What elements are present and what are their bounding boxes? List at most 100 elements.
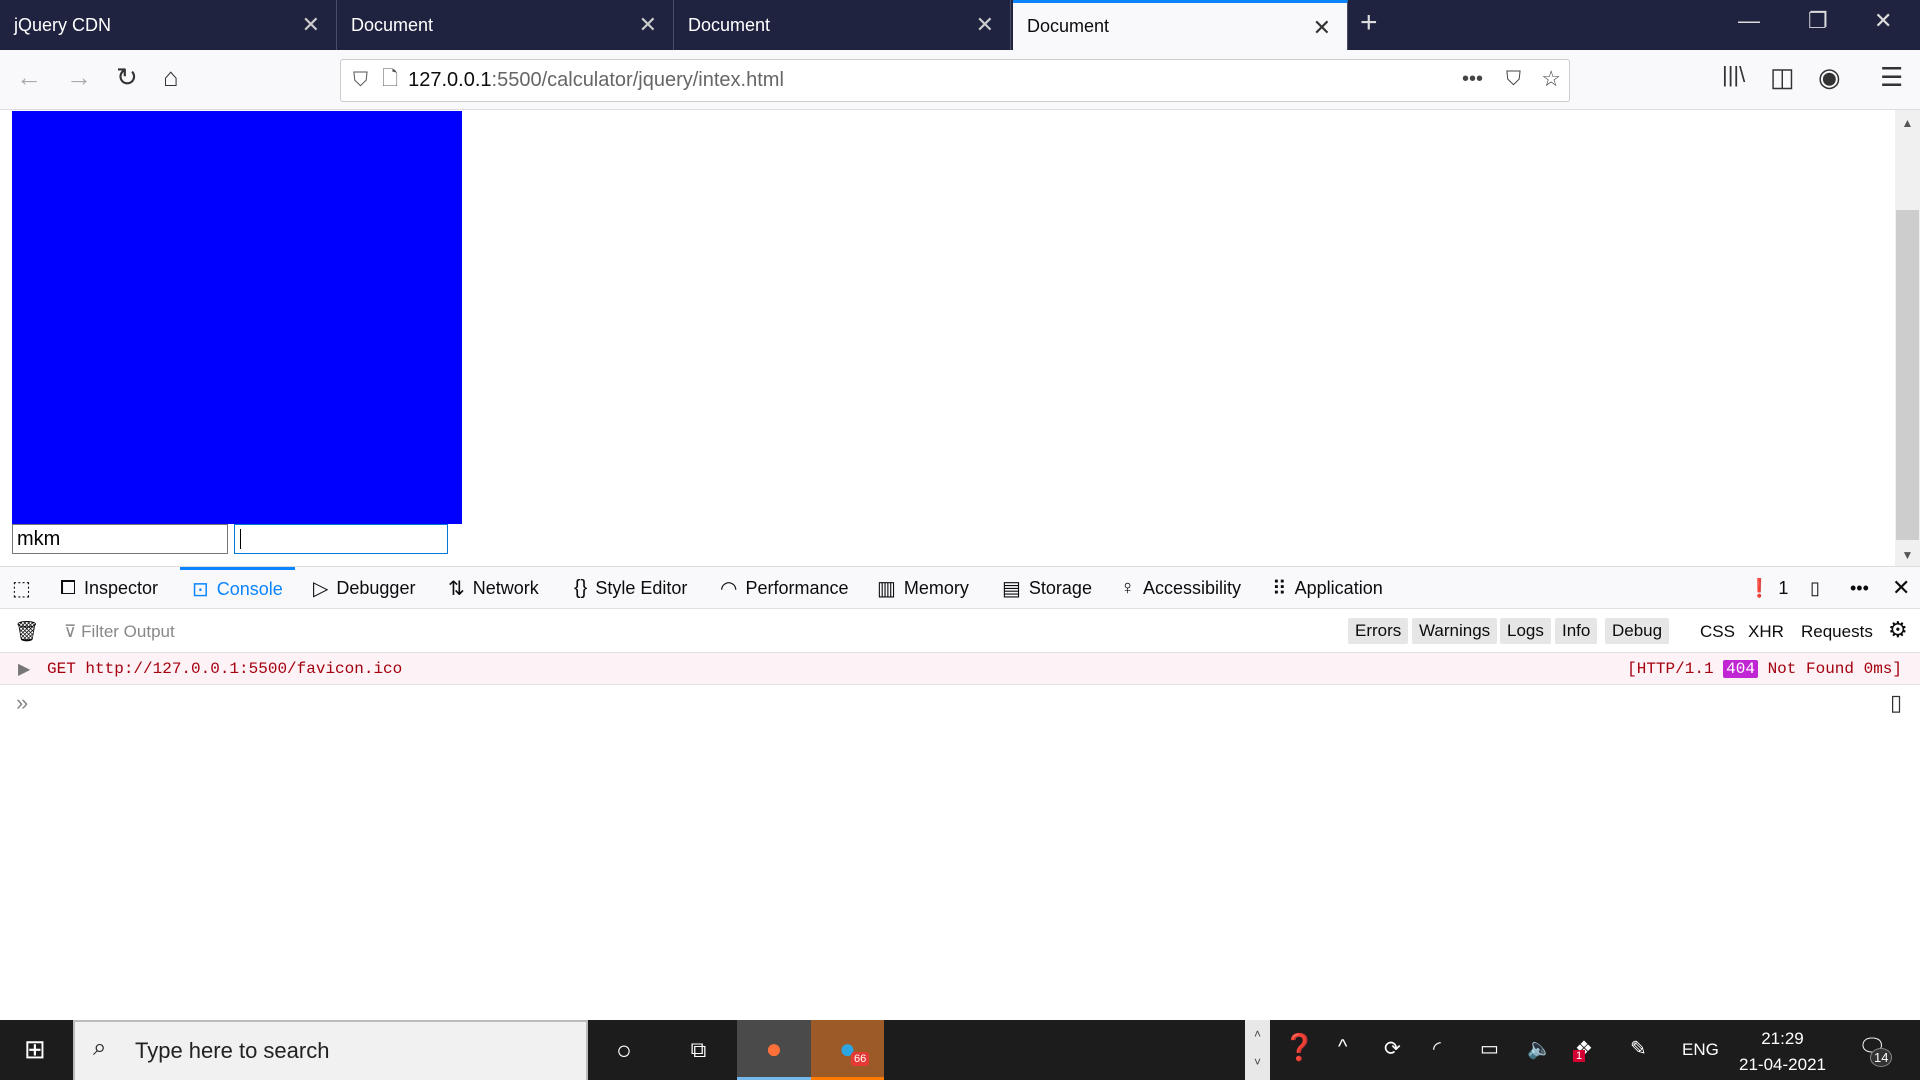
dropbox-badge: 1 (1573, 1050, 1586, 1062)
tab-accessibility[interactable]: ♀ Accessibility (1120, 567, 1241, 609)
tab-title: Document (688, 14, 771, 35)
tab-document-1[interactable]: Document ✕ (337, 0, 674, 50)
close-tab-icon[interactable]: ✕ (302, 12, 320, 38)
dock-toggle-icon[interactable]: ▯ (1810, 567, 1820, 609)
console-filter-bar: 🗑 ⊽ Filter Output Errors Warnings Logs I… (0, 609, 1920, 653)
filter-warnings[interactable]: Warnings (1412, 618, 1498, 644)
sync-icon[interactable]: ⟳ (1384, 1036, 1401, 1061)
search-icon: ⌕ (93, 1034, 107, 1061)
close-tab-icon[interactable]: ✕ (1313, 15, 1331, 41)
notification-count: 14 (1870, 1048, 1893, 1067)
network-icon: ⇅ (448, 577, 465, 600)
tab-jquery-cdn[interactable]: jQuery CDN ✕ (0, 0, 337, 50)
tab-title: Document (351, 14, 434, 35)
blue-box (12, 111, 462, 524)
tab-console[interactable]: ⊡ Console (180, 567, 295, 609)
tab-inspector[interactable]: ⧠ Inspector (60, 567, 158, 609)
pocket-icon[interactable]: ⛉ (1506, 68, 1521, 91)
status-badge: 404 (1723, 660, 1758, 678)
url-path: :5500/calculator/jquery/intex.html (491, 69, 784, 91)
close-tab-icon[interactable]: ✕ (976, 12, 994, 38)
tab-network[interactable]: ⇅ Network (448, 567, 539, 609)
tab-performance[interactable]: ◠ Performance (720, 567, 849, 609)
filter-requests[interactable]: Requests (1801, 622, 1873, 642)
element-picker-button[interactable]: ⬚ (12, 567, 31, 609)
taskbar-scroll[interactable]: ˄ ˅ (1245, 1020, 1270, 1080)
settings-gear-icon[interactable]: ⚙ (1888, 617, 1908, 643)
menu-icon[interactable]: ☰ (1880, 62, 1903, 93)
scrollbar-thumb[interactable] (1896, 210, 1919, 540)
filter-info[interactable]: Info (1555, 618, 1598, 644)
console-prompt-icon[interactable]: » (16, 690, 28, 716)
expand-arrow-icon[interactable]: ▶ (18, 659, 30, 679)
tab-debugger[interactable]: ▷ Debugger (313, 567, 415, 609)
devtools-more-icon[interactable]: ••• (1850, 567, 1869, 609)
cortana-icon[interactable]: ○ (588, 1020, 660, 1080)
notifications-icon[interactable]: 🗨 14 (1858, 1034, 1893, 1067)
tab-document-2[interactable]: Document ✕ (674, 0, 1011, 50)
url-host: 127.0.0.1 (408, 69, 492, 91)
restore-button[interactable]: ❐ (1808, 8, 1828, 34)
gauge-icon: ◠ (720, 577, 738, 600)
account-icon[interactable]: ◉ (1818, 62, 1841, 93)
minimize-button[interactable]: — (1738, 8, 1760, 34)
devtools-toolbar: ⬚ ⧠ Inspector ⊡ Console ▷ Debugger ⇅ Network… (0, 566, 1920, 609)
filter-xhr[interactable]: XHR (1748, 622, 1784, 642)
back-button[interactable]: ← (16, 62, 42, 93)
tab-storage[interactable]: ▤ Storage (1002, 567, 1092, 609)
page-viewport: mkm (0, 110, 1895, 566)
more-actions-icon[interactable]: ••• (1462, 68, 1483, 91)
filter-debug[interactable]: Debug (1605, 618, 1670, 644)
close-tab-icon[interactable]: ✕ (639, 12, 657, 38)
page-icon: 🗋 (382, 67, 399, 90)
language-indicator[interactable]: ENG (1682, 1040, 1719, 1060)
tab-style-editor[interactable]: {} Style Editor (574, 567, 687, 609)
pen-icon[interactable]: ✎ (1630, 1036, 1647, 1061)
help-icon[interactable]: ❓ (1283, 1032, 1315, 1063)
tab-document-active[interactable]: Document ✕ (1013, 0, 1348, 50)
error-count-badge[interactable]: ❗ 1 (1748, 567, 1788, 609)
filter-errors[interactable]: Errors (1348, 618, 1409, 644)
taskbar-search[interactable]: ⌕ Type here to search (73, 1020, 588, 1080)
console-message-row[interactable]: ▶ GET http://127.0.0.1:5500/favicon.ico … (0, 653, 1920, 685)
dropbox-icon[interactable]: ❖ 1 (1573, 1036, 1593, 1062)
clock[interactable]: 21:29 21-04-2021 (1735, 1026, 1830, 1078)
sidebar-icon[interactable]: ◫ (1770, 62, 1795, 93)
task-view-icon[interactable]: ⧉ (660, 1020, 737, 1080)
tab-memory[interactable]: ▥ Memory (877, 567, 969, 609)
text-input-1[interactable]: mkm (12, 524, 228, 554)
tab-title: Document (1027, 16, 1110, 36)
new-tab-button[interactable]: + (1360, 6, 1378, 40)
close-devtools-icon[interactable]: ✕ (1892, 567, 1910, 609)
close-window-button[interactable]: ✕ (1874, 8, 1892, 34)
firefox-app-icon[interactable]: ● (737, 1020, 811, 1080)
battery-icon[interactable]: ▭ (1480, 1036, 1499, 1061)
library-icon[interactable]: |||\ (1722, 62, 1745, 88)
nav-bar: ← → ↻ ⌂ ⛉ 🗋 127.0.0.1:5500/calculator/jq… (0, 50, 1920, 110)
split-console-icon[interactable]: ▯ (1890, 690, 1902, 716)
reload-button[interactable]: ↻ (116, 62, 138, 93)
tab-strip: jQuery CDN ✕ Document ✕ Document ✕ Document… (0, 0, 1920, 50)
tab-title: jQuery CDN (14, 14, 112, 35)
bookmark-star-icon[interactable]: ☆ (1541, 66, 1561, 92)
telegram-app-icon[interactable]: ● 66 (811, 1020, 884, 1080)
storage-icon: ▤ (1002, 577, 1021, 600)
error-icon: ❗ (1748, 577, 1771, 598)
windows-start-icon[interactable]: ⊞ (24, 1034, 46, 1065)
home-button[interactable]: ⌂ (163, 62, 179, 93)
text-input-2[interactable] (234, 524, 448, 554)
tab-application[interactable]: ⠿ Application (1272, 567, 1383, 609)
filter-css[interactable]: CSS (1700, 622, 1735, 642)
text-caret (240, 529, 241, 549)
show-hidden-icons[interactable]: ^ (1338, 1036, 1347, 1059)
url-bar[interactable]: ⛉ 🗋 127.0.0.1:5500/calculator/jquery/int… (340, 59, 1570, 102)
filter-logs[interactable]: Logs (1500, 618, 1551, 644)
braces-icon: {} (574, 576, 588, 599)
shield-icon: ⛉ (353, 69, 368, 91)
trash-icon[interactable]: 🗑 (14, 619, 39, 644)
volume-icon[interactable]: 🔈 (1527, 1036, 1552, 1061)
wifi-icon[interactable]: ◜ (1433, 1036, 1441, 1061)
accessibility-icon: ♀ (1120, 576, 1135, 599)
forward-button[interactable]: → (66, 62, 92, 93)
filter-input[interactable]: ⊽ Filter Output (64, 622, 175, 642)
